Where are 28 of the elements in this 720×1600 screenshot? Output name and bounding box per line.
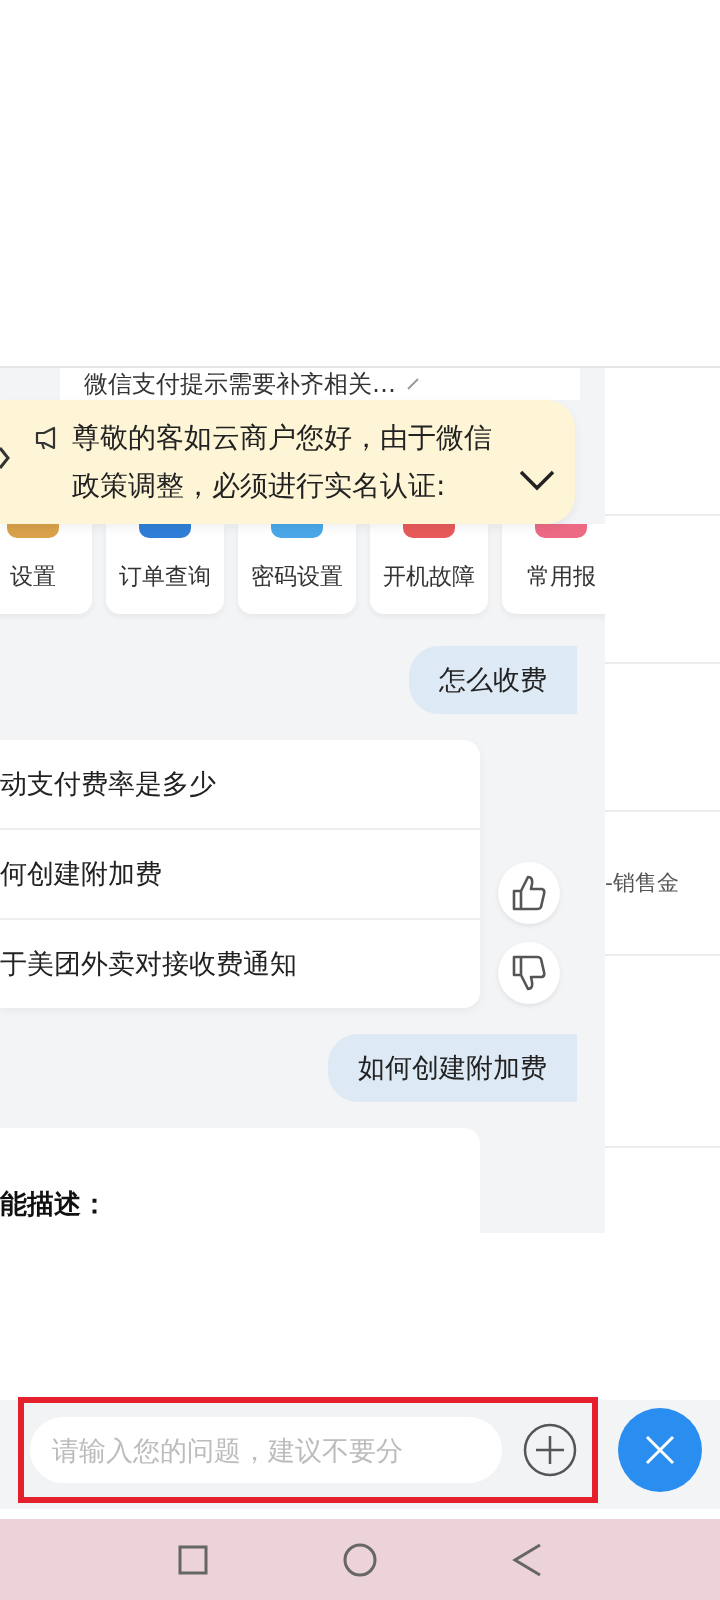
chevron-down-icon[interactable] [519,470,555,492]
quick-tile[interactable]: 开机故障 [370,524,488,614]
thumbs-down-icon [512,955,546,991]
home-button[interactable] [343,1542,377,1577]
suggestion-item[interactable]: 何创建附加费 [0,828,480,918]
list-text: -销售金 [605,869,679,897]
suggestion-item[interactable]: 于美团外卖对接收费通知 [0,918,480,1008]
plus-icon [522,1422,578,1478]
quick-tile[interactable]: 密码设置 [238,524,356,614]
user-message: 如何创建附加费 [328,1034,577,1102]
thumbs-down-button[interactable] [498,942,560,1004]
suggestion-item[interactable]: 动支付费率是多少 [0,740,480,828]
back-button[interactable] [512,1542,543,1577]
quick-tile[interactable]: 常用报 [502,524,605,614]
question-input[interactable]: 请输入您的问题，建议不要分 [30,1417,502,1483]
answer-heading: 能描述： [0,1187,108,1221]
notice-banner[interactable]: 尊敬的客如云商户您好，由于微信政策调整，必须进行实名认证: [0,400,575,524]
thumbs-up-icon [512,875,546,911]
user-message: 怎么收费 [409,646,577,714]
thumbs-up-button[interactable] [498,862,560,924]
quick-tile[interactable]: 设置 [0,524,92,614]
square-icon [177,1544,208,1575]
notice-text: 尊敬的客如云商户您好，由于微信政策调整，必须进行实名认证: [72,420,493,504]
back-icon [512,1542,543,1577]
quick-tile[interactable]: 订单查询 [106,524,224,614]
recent-apps-button[interactable] [177,1544,208,1575]
add-button[interactable] [522,1422,578,1478]
circle-icon [343,1542,377,1577]
